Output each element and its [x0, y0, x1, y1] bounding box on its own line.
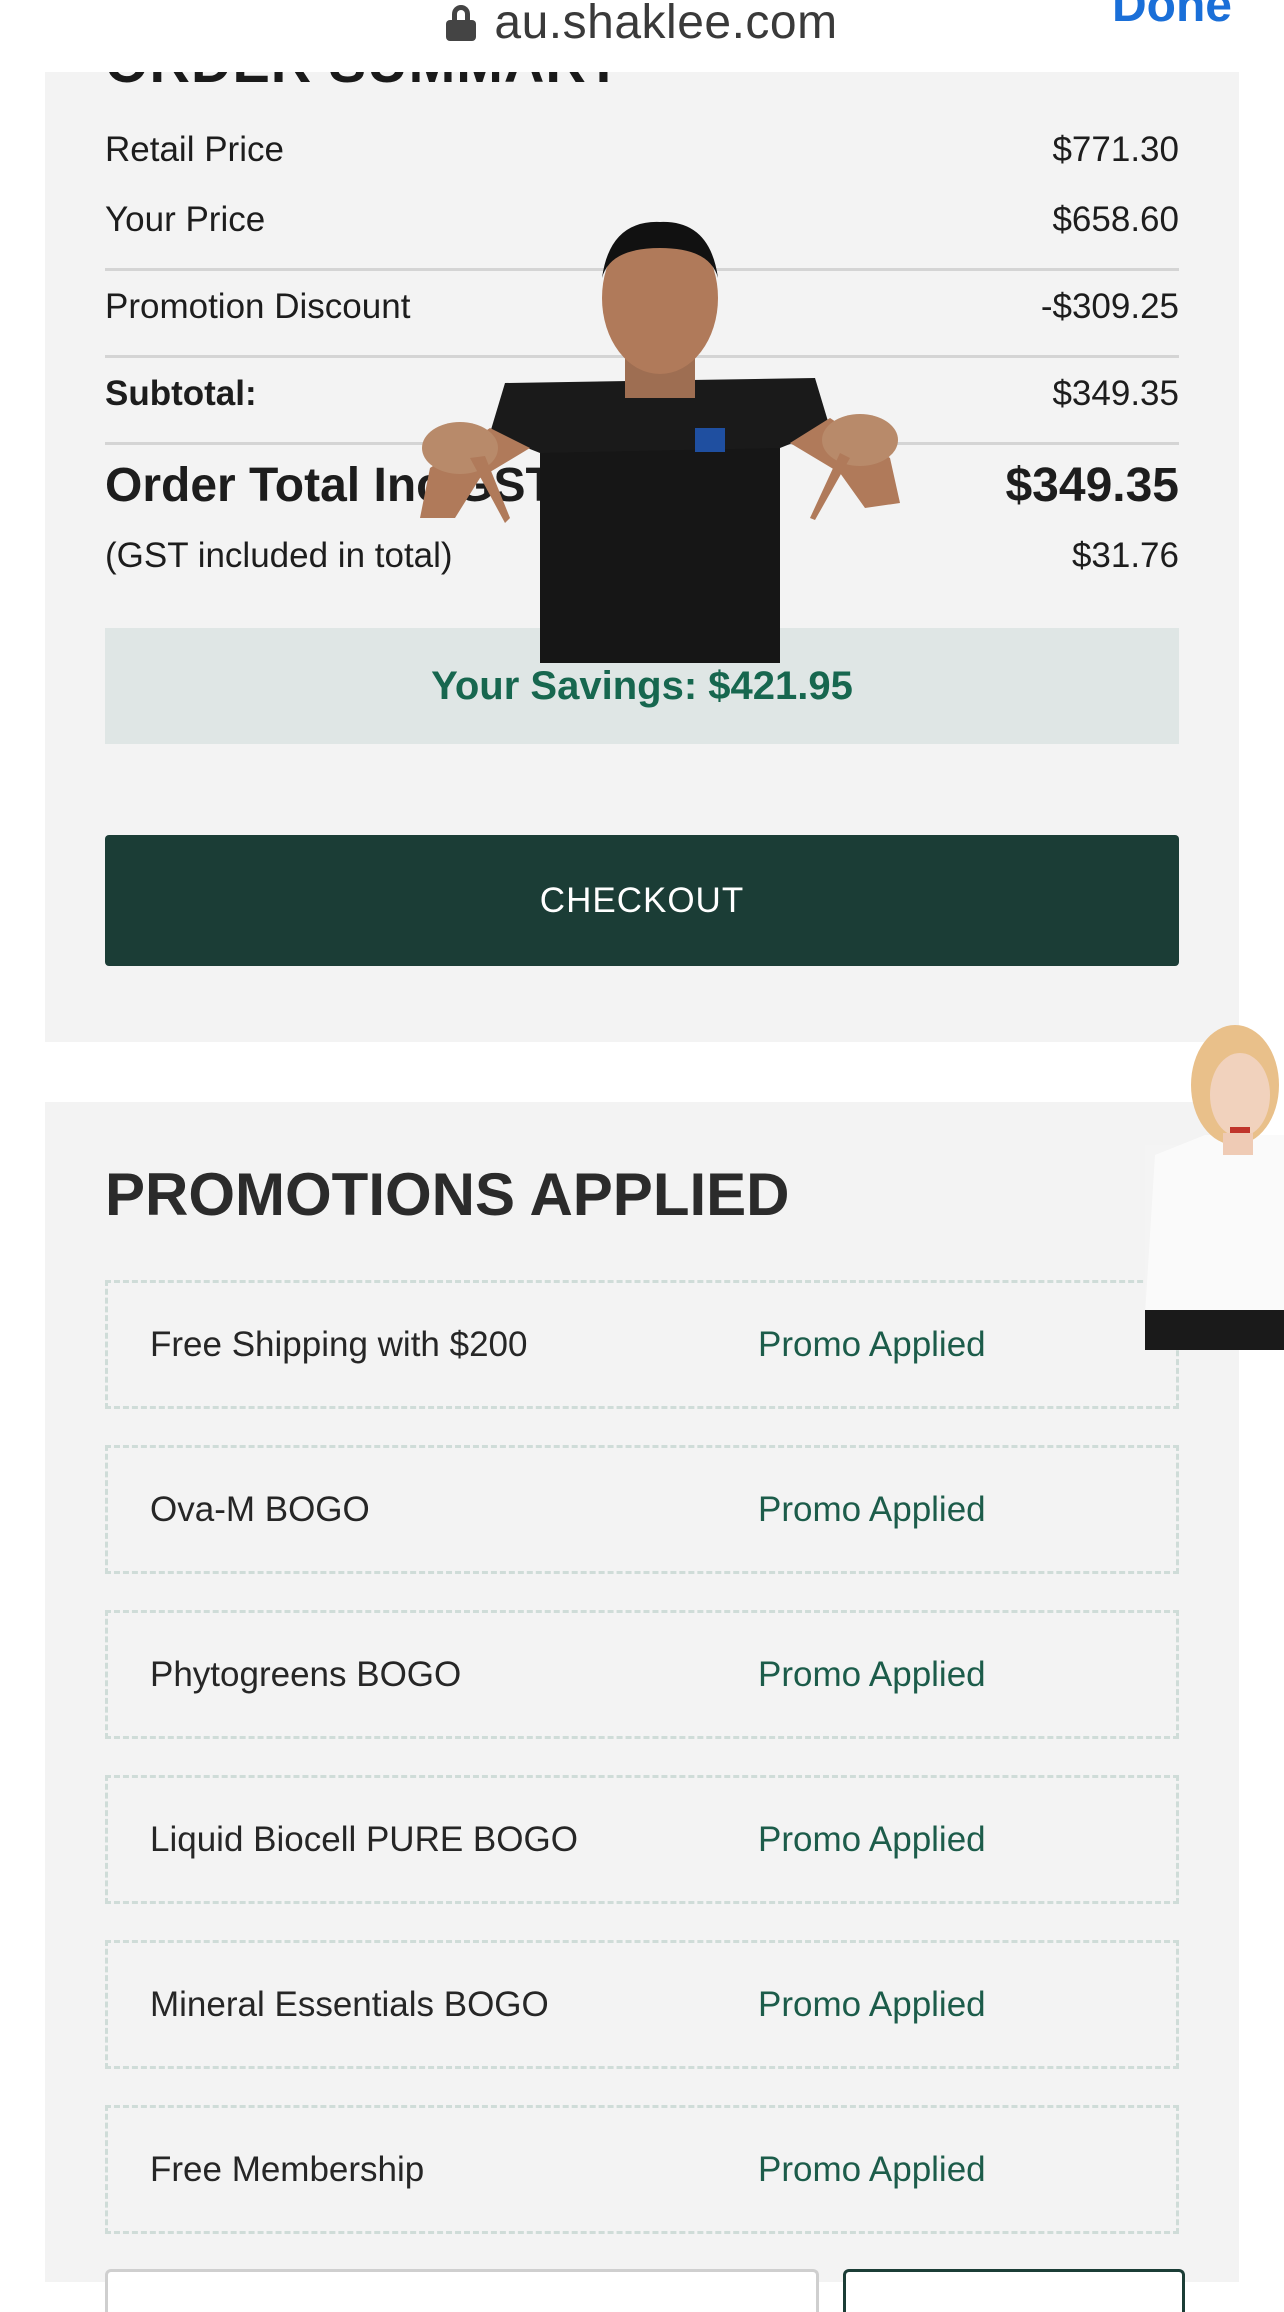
promo-status: Promo Applied: [758, 1654, 986, 1694]
promo-name: Ova-M BOGO: [150, 1489, 370, 1529]
gst-label: (GST included in total): [105, 536, 453, 575]
apply-promo-button[interactable]: [843, 2269, 1185, 2312]
lock-icon: [446, 3, 477, 41]
promo-name: Free Membership: [150, 2149, 425, 2189]
promo-item: Free Membership Promo Applied: [105, 2105, 1179, 2234]
promotions-list: Free Shipping with $200 Promo Applied Ov…: [105, 1280, 1179, 2270]
promo-name: Phytogreens BOGO: [150, 1654, 462, 1694]
promotion-discount-label: Promotion Discount: [105, 287, 411, 326]
browser-url-bar: au.shaklee.com Done: [0, 0, 1284, 72]
retail-price-value: $771.30: [1052, 130, 1179, 169]
woman-sticker: [1145, 1025, 1284, 1350]
promo-status: Promo Applied: [758, 1489, 986, 1529]
promo-item: Free Shipping with $200 Promo Applied: [105, 1280, 1179, 1409]
your-price-label: Your Price: [105, 200, 266, 239]
promo-status: Promo Applied: [758, 1819, 986, 1859]
promo-status: Promo Applied: [758, 2149, 986, 2189]
promo-item: Liquid Biocell PURE BOGO Promo Applied: [105, 1775, 1179, 1904]
url-text: au.shaklee.com: [494, 0, 838, 49]
promo-name: Liquid Biocell PURE BOGO: [150, 1819, 578, 1859]
promotions-card: PROMOTIONS APPLIED Free Shipping with $2…: [45, 1102, 1239, 2312]
subtotal-value: $349.35: [1052, 374, 1179, 413]
promo-item: Ova-M BOGO Promo Applied: [105, 1445, 1179, 1574]
subtotal-label: Subtotal:: [105, 374, 257, 413]
checkout-button[interactable]: CHECKOUT: [105, 835, 1179, 966]
promo-code-input[interactable]: [105, 2269, 819, 2312]
url-display[interactable]: au.shaklee.com: [0, 0, 1284, 52]
order-total-value: $349.35: [1005, 459, 1179, 512]
promotion-discount-value: -$309.25: [1040, 287, 1179, 326]
promo-status: Promo Applied: [758, 1984, 986, 2024]
pointing-man-sticker: [420, 221, 900, 663]
promo-status: Promo Applied: [758, 1324, 986, 1364]
retail-price-row: Retail Price $771.30: [105, 130, 1179, 170]
promotions-title: PROMOTIONS APPLIED: [105, 1161, 790, 1228]
promo-item: Phytogreens BOGO Promo Applied: [105, 1610, 1179, 1739]
promo-name: Mineral Essentials BOGO: [150, 1984, 549, 2024]
your-price-value: $658.60: [1052, 200, 1179, 239]
promo-item: Mineral Essentials BOGO Promo Applied: [105, 1940, 1179, 2069]
retail-price-label: Retail Price: [105, 130, 284, 169]
done-button[interactable]: Done: [1112, 0, 1232, 33]
promo-name: Free Shipping with $200: [150, 1324, 528, 1364]
gst-value: $31.76: [1071, 536, 1179, 575]
